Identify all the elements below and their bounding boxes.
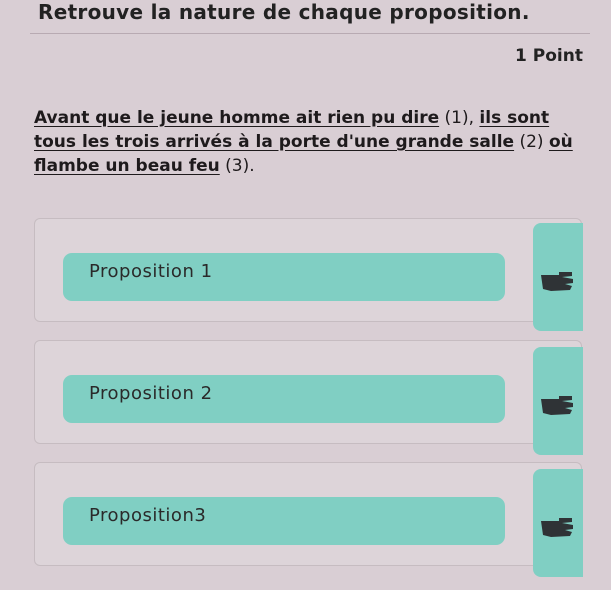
pointing-hand-icon (541, 518, 573, 537)
question-title: Retrouve la nature de chaque proposition… (38, 0, 530, 24)
pointing-hand-icon (541, 272, 573, 291)
points-label: 1 Point (515, 46, 583, 66)
clause-1: Avant que le jeune homme ait rien pu dir… (34, 108, 440, 128)
clause-1-number: (1), (439, 108, 480, 128)
title-divider (30, 33, 590, 34)
answer-handle-2[interactable] (533, 347, 583, 455)
clause-2-number: (2) (514, 132, 549, 152)
answer-label-1: Proposition 1 (89, 260, 213, 282)
answer-drop-zone-3[interactable]: Proposition3 (63, 497, 505, 545)
answer-row-2: Proposition 2 (34, 340, 583, 455)
answer-drop-zone-1[interactable]: Proposition 1 (63, 253, 505, 301)
answer-row-1: Proposition 1 (34, 218, 583, 331)
answer-drop-zone-2[interactable]: Proposition 2 (63, 375, 505, 423)
pointing-hand-icon (541, 396, 573, 415)
clause-3-number: (3). (219, 156, 255, 176)
sentence-text: Avant que le jeune homme ait rien pu dir… (34, 106, 574, 178)
answer-handle-3[interactable] (533, 469, 583, 577)
answer-handle-1[interactable] (533, 223, 583, 331)
answer-label-2: Proposition 2 (89, 382, 213, 404)
answer-row-3: Proposition3 (34, 462, 583, 577)
answer-label-3: Proposition3 (89, 504, 207, 526)
